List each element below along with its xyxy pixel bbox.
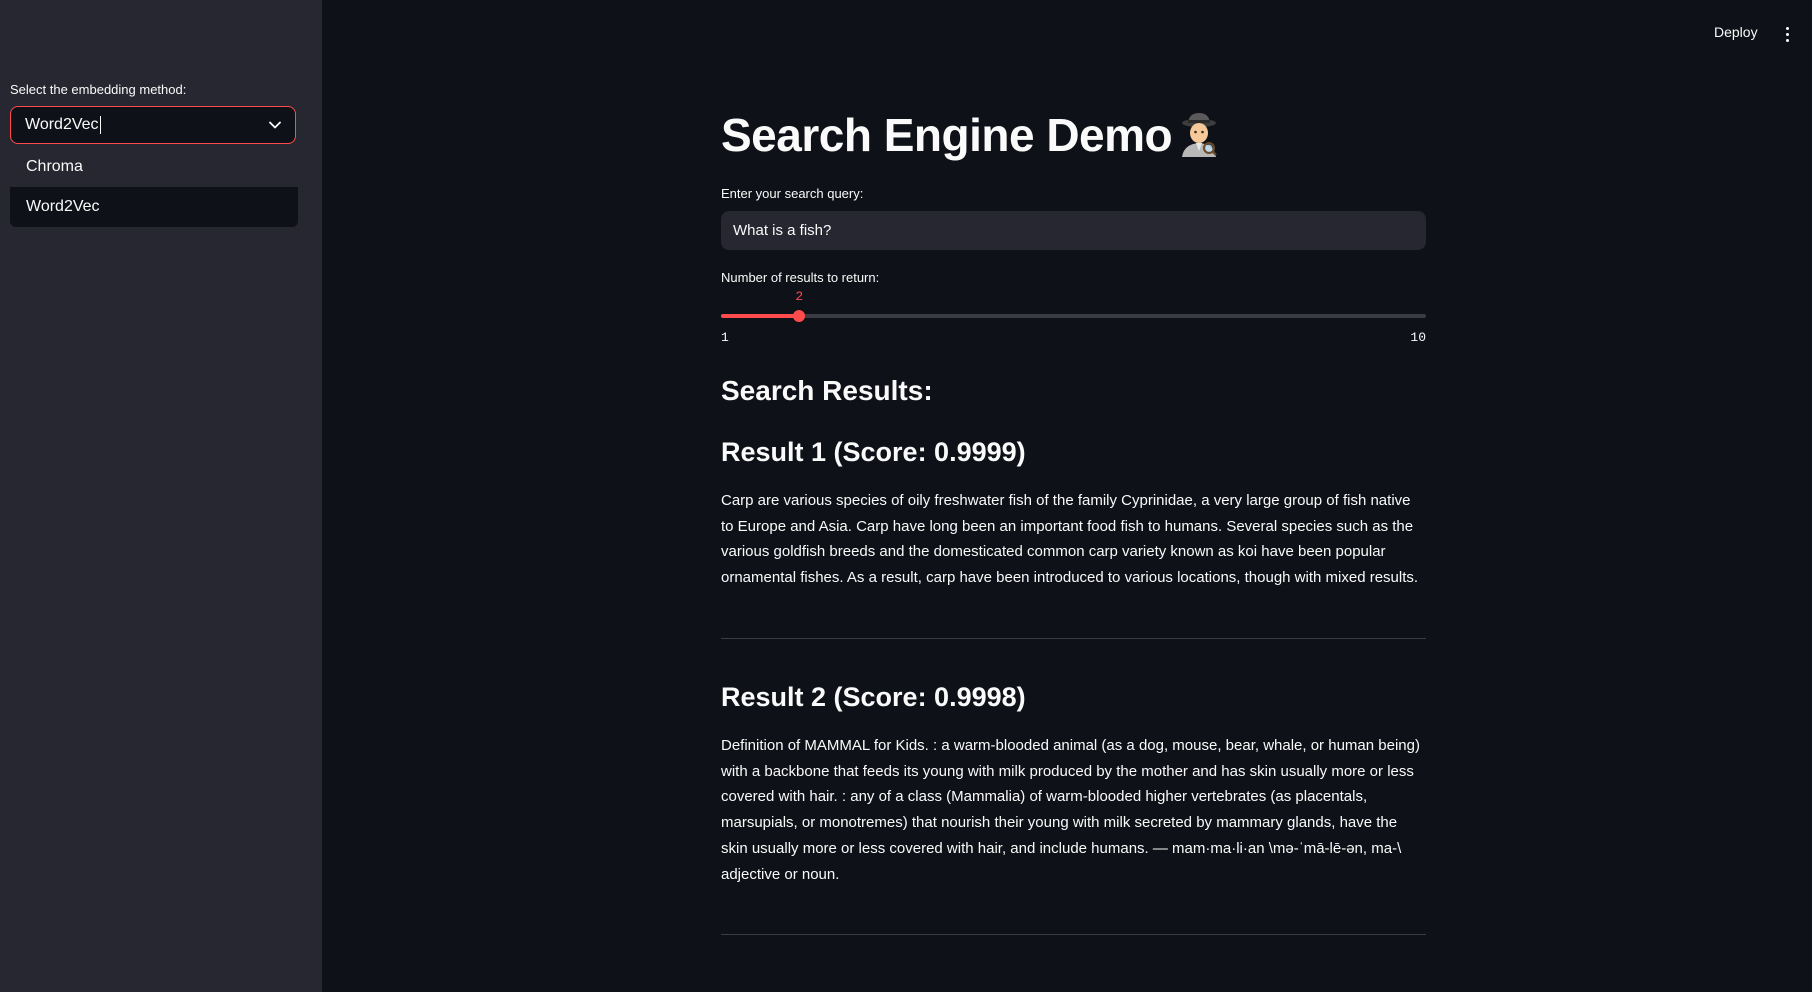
page-title: Search Engine Demo	[721, 108, 1220, 162]
slider-value: 2	[795, 289, 804, 304]
embedding-method-label: Select the embedding method:	[10, 82, 187, 97]
result-heading: Result 1 (Score: 0.9999)	[721, 437, 1026, 467]
search-query-input[interactable]: What is a fish?	[721, 211, 1426, 250]
slider-max-label: 10	[1410, 330, 1426, 345]
slider-fill	[721, 314, 800, 318]
embedding-method-input[interactable]: Word2Vec	[25, 115, 267, 134]
embedding-method-select[interactable]: Word2Vec	[10, 106, 296, 144]
app-root: Select the embedding method: Word2Vec Ch…	[0, 0, 1812, 992]
results-count-slider[interactable]: 2 1 10	[721, 288, 1426, 348]
embedding-method-dropdown: Chroma Word2Vec	[10, 147, 298, 227]
results-count-label: Number of results to return:	[721, 270, 880, 285]
result-heading: Result 2 (Score: 0.9998)	[721, 682, 1026, 712]
divider	[721, 934, 1426, 935]
slider-thumb[interactable]	[793, 310, 806, 322]
more-vertical-icon[interactable]	[1778, 22, 1796, 46]
detective-emoji-icon	[1178, 111, 1220, 157]
dropdown-option-word2vec[interactable]: Word2Vec	[10, 187, 298, 227]
slider-track[interactable]	[721, 314, 1426, 318]
text-cursor	[99, 115, 101, 134]
query-label: Enter your search query:	[721, 186, 864, 201]
result-text: Definition of MAMMAL for Kids. : a warm-…	[721, 737, 1420, 883]
dropdown-option-chroma[interactable]: Chroma	[10, 147, 298, 187]
sidebar: Select the embedding method: Word2Vec Ch…	[0, 0, 322, 992]
divider	[721, 638, 1426, 639]
slider-min-label: 1	[721, 330, 729, 345]
result-text: Carp are various species of oily freshwa…	[721, 492, 1419, 587]
deploy-button[interactable]: Deploy	[1706, 20, 1766, 44]
chevron-down-icon[interactable]	[267, 117, 283, 133]
search-results-heading: Search Results:	[721, 375, 933, 406]
